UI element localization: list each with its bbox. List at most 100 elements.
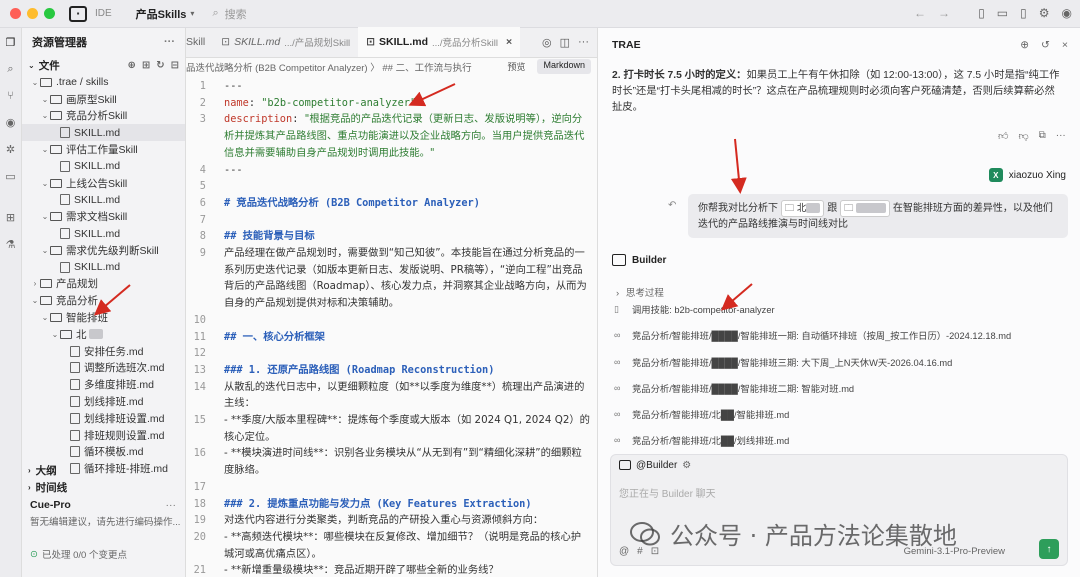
code-line[interactable]: 6 # 竞品迭代战略分析 (B2B Competitor Analyzer) [186, 195, 598, 212]
code-line[interactable]: 4 --- [186, 162, 598, 179]
split-editor-icon[interactable]: ◫ [560, 36, 570, 49]
tool-step[interactable]: ▯ 调用技能: b2b-competitor-analyzer [614, 302, 775, 316]
tree-folder[interactable]: › 产品规划 [22, 276, 185, 293]
tree-folder[interactable]: ⌄ 智能排班 [22, 309, 185, 326]
code-line[interactable]: 18 ### 2. 提炼重点功能与发力点 (Key Features Extrac… [186, 496, 598, 513]
folder-chip[interactable]: 🗀︎ [840, 200, 891, 217]
tree-file[interactable]: SKILL.md [22, 124, 185, 142]
tree-folder[interactable]: ⌄ 需求优先级判断Skill [22, 242, 185, 259]
tree-file[interactable]: SKILL.md [22, 192, 185, 209]
settings-icon[interactable]: ⚙ [682, 460, 691, 471]
project-switcher[interactable]: 产品Skills ▾ [136, 6, 195, 22]
code-line[interactable]: 12 [186, 345, 598, 362]
new-folder-icon[interactable]: ⊞ [142, 60, 150, 71]
new-chat-icon[interactable]: ⊕ [1020, 39, 1029, 51]
code-line[interactable]: 2 name: "b2b-competitor-analyzer" [186, 95, 598, 112]
more-icon[interactable]: ··· [578, 36, 589, 48]
composer-agent[interactable]: @Builder [636, 460, 677, 471]
tree-file[interactable]: 多维度排班.md [22, 376, 185, 393]
minimize-window-button[interactable] [27, 8, 38, 19]
settings-gear-icon[interactable]: ⚙ [1039, 6, 1050, 20]
explorer-icon[interactable]: ❐ [6, 36, 16, 49]
tool-step[interactable]: ∞ 竞品分析/智能排班/北██/智能排班.md [614, 407, 789, 421]
ide-label[interactable]: IDE [95, 8, 112, 19]
tree-file[interactable]: 划线排班.md [22, 393, 185, 410]
outline-section[interactable]: › 大纲 [22, 462, 186, 479]
debug-icon[interactable]: ✲ [6, 143, 15, 156]
tree-file[interactable]: 循环模板.md [22, 444, 185, 461]
preview-eye-icon[interactable]: ◉ [6, 116, 16, 129]
close-tab-icon[interactable]: × [506, 36, 512, 48]
new-file-icon[interactable]: ⊕ [127, 60, 135, 71]
tool-step[interactable]: ∞ 竞品分析/智能排班/北██/划线排班.md [614, 433, 789, 447]
preview-eye-icon[interactable]: ◎ [542, 36, 552, 49]
tab-skill[interactable]: Skill [186, 27, 213, 57]
code-line[interactable]: 19 对迭代内容进行分类聚类，判断竞品的产研投入重心与资源倾斜方向： [186, 512, 598, 529]
search-view-icon[interactable]: ⌕ [7, 63, 13, 76]
account-icon[interactable]: ◉ [1062, 6, 1072, 20]
refresh-icon[interactable]: ↻ [156, 60, 164, 71]
code-line[interactable]: 5 [186, 178, 598, 195]
code-line[interactable]: 10 [186, 312, 598, 329]
tree-file[interactable]: 排班规则设置.md [22, 427, 185, 444]
code-line[interactable]: 21 - **新增重量级模块**：竞品近期开辟了哪些全新的业务线？ [186, 562, 598, 577]
thumbs-up-icon[interactable]: 👍︎ [998, 130, 1008, 142]
breadcrumb-text[interactable]: 品迭代战略分析 (B2B Competitor Analyzer) 〉 ## 二… [186, 60, 472, 74]
toggle-chat-icon[interactable]: ▯ [1020, 6, 1027, 20]
code-line[interactable]: 3 description: "根据竞品的产品迭代记录（更新日志、发版说明等），逆… [186, 111, 598, 161]
preview-toggle[interactable]: 预览 [501, 59, 531, 74]
code-line[interactable]: 8 ## 技能背景与目标 [186, 228, 598, 245]
tree-file[interactable]: 安排任务.md [22, 343, 185, 360]
folder-chip[interactable]: 🗀︎ 北 [780, 200, 825, 217]
tool-step[interactable]: ∞ 竞品分析/智能排班/████/智能排班三期: 大下周_上N天休W天-2026.… [614, 355, 952, 369]
undo-icon[interactable]: ↶ [668, 200, 676, 211]
code-line[interactable]: 9 产品经理在做产品规划时，需要做到“知己知彼”。本技能旨在通过分析竞品的一系列历… [186, 245, 598, 312]
forward-arrow-icon[interactable]: → [938, 6, 950, 20]
tree-folder[interactable]: ⌄ 北 [22, 326, 185, 343]
tree-folder[interactable]: ⌄ 画原型Skill [22, 91, 185, 108]
tree-folder[interactable]: ⌄ 竞品分析 [22, 292, 185, 309]
tree-folder[interactable]: ⌄ 需求文档Skill [22, 208, 185, 225]
code-line[interactable]: 17 [186, 479, 598, 496]
timeline-section[interactable]: › 时间线 [22, 479, 186, 496]
more-icon[interactable]: ··· [164, 36, 175, 48]
tree-file[interactable]: 调整所选班次.md [22, 360, 185, 377]
code-line[interactable]: 7 [186, 212, 598, 229]
tree-file[interactable]: 划线排班设置.md [22, 410, 185, 427]
markdown-toggle[interactable]: Markdown [537, 59, 591, 74]
copy-icon[interactable]: ⧉ [1039, 130, 1046, 142]
tree-folder[interactable]: ⌄ 上线公告Skill [22, 175, 185, 192]
thumbs-down-icon[interactable]: 👎︎ [1018, 130, 1028, 142]
back-arrow-icon[interactable]: ← [914, 6, 926, 20]
tool-step[interactable]: ∞ 竞品分析/智能排班/████/智能排班一期: 自动循环排班（按周_按工作日历）… [614, 328, 1011, 342]
history-icon[interactable]: ↺ [1041, 39, 1050, 51]
send-button[interactable]: ↑ [1039, 539, 1059, 559]
toggle-sidebar-icon[interactable]: ▯ [978, 6, 985, 20]
code-line[interactable]: 11 ## 一、核心分析框架 [186, 329, 598, 346]
changes-status[interactable]: ⊙ 已处理 0/0 个变更点 [22, 545, 186, 563]
tree-file[interactable]: SKILL.md [22, 259, 185, 276]
tool-step[interactable]: ∞ 竞品分析/智能排班/████/智能排班二期: 智能对班.md [614, 381, 854, 395]
tree-file[interactable]: SKILL.md [22, 225, 185, 242]
thinking-toggle[interactable]: › 思考过程 [616, 285, 664, 299]
tree-folder[interactable]: ⌄ 竞品分析Skill [22, 108, 185, 125]
more-icon[interactable]: ··· [166, 499, 177, 511]
mention-icon[interactable]: @ [619, 546, 629, 557]
files-section-header[interactable]: ⌄ 文件 ⊕ ⊞ ↻ ⊟ [22, 56, 185, 74]
code-line[interactable]: 16 - **模块演进时间线**：识别各业务模块从“从无到有”到“精细化深耕”的细… [186, 445, 598, 478]
extensions-icon[interactable]: ⊞ [6, 211, 15, 224]
code-area[interactable]: 1 --- 2 name: "b2b-competitor-analyzer" 3 des… [186, 78, 598, 577]
remote-icon[interactable]: ▭ [5, 170, 15, 183]
tree-file[interactable]: SKILL.md [22, 158, 185, 175]
search-box[interactable]: ⌕ 搜索 [212, 6, 246, 22]
flask-icon[interactable]: ⚗ [6, 238, 16, 251]
collapse-all-icon[interactable]: ⊟ [171, 60, 179, 71]
tree-folder[interactable]: ⌄ .trae / skills [22, 74, 185, 91]
cue-pro-section[interactable]: Cue-Pro ··· [22, 496, 186, 514]
zoom-window-button[interactable] [44, 8, 55, 19]
tab-competitor-analysis-skill[interactable]: ⊡ SKILL.md .../竞品分析Skill × [358, 27, 521, 57]
close-icon[interactable]: × [1062, 39, 1068, 51]
code-line[interactable]: 1 --- [186, 78, 598, 95]
toggle-panel-icon[interactable]: ▭ [997, 6, 1008, 20]
source-control-icon[interactable]: ⑂ [7, 90, 14, 102]
